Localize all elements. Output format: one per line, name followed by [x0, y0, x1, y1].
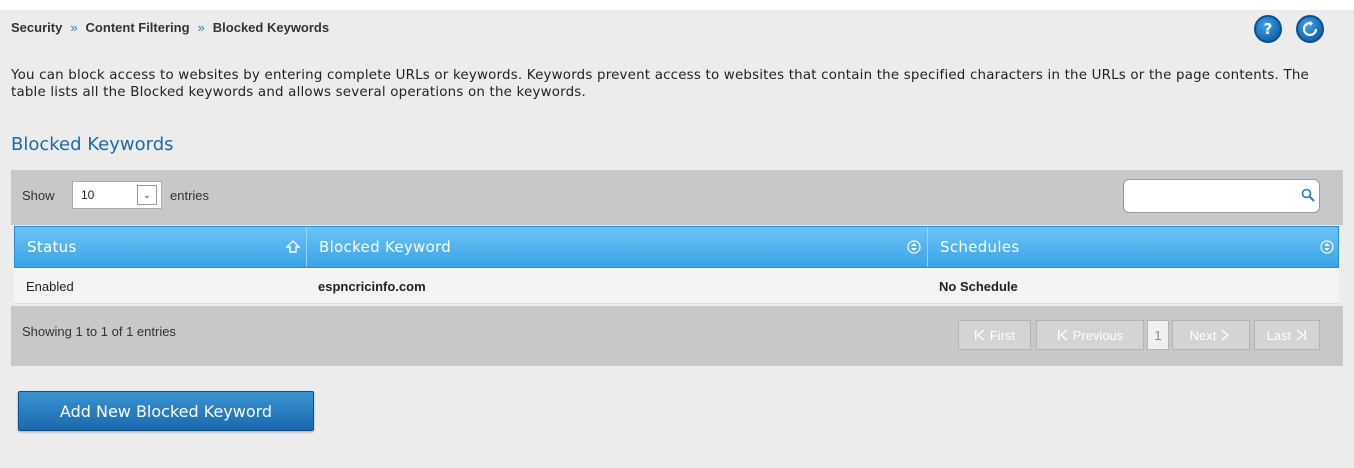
breadcrumb-separator: » — [70, 20, 78, 35]
pagination-first-label: First — [989, 327, 1016, 343]
breadcrumb: Security » Content Filtering » Blocked Keywo… — [11, 20, 329, 35]
pagination-previous-button[interactable]: Previous — [1036, 320, 1144, 350]
cell-schedule: No Schedule — [939, 279, 1018, 294]
breadcrumb-content-filtering[interactable]: Content Filtering — [86, 20, 190, 35]
section-title: Blocked Keywords — [11, 134, 174, 155]
refresh-icon — [1302, 21, 1318, 37]
entries-label: entries — [170, 188, 210, 203]
entries-info: Showing 1 to 1 of 1 entries — [22, 324, 176, 339]
column-header-schedules[interactable]: Schedules — [928, 227, 1340, 267]
pagination-last-button[interactable]: Last — [1254, 320, 1320, 350]
column-label: Blocked Keyword — [319, 238, 452, 256]
entries-per-page-select[interactable]: 10 ⌄ — [72, 181, 162, 209]
search-input[interactable] — [1132, 186, 1292, 206]
breadcrumb-blocked-keywords: Blocked Keywords — [212, 20, 330, 35]
help-icon: ? — [1263, 20, 1273, 38]
cell-status: Enabled — [26, 279, 74, 294]
table-header: Status Blocked Keyword Schedules — [14, 226, 1339, 268]
last-page-icon — [1296, 329, 1307, 341]
show-label: Show — [22, 188, 55, 203]
chevron-down-icon[interactable]: ⌄ — [137, 185, 157, 205]
entries-select-value: 10 — [81, 188, 95, 202]
search-icon[interactable] — [1301, 188, 1315, 202]
first-page-icon — [974, 329, 985, 341]
help-button[interactable]: ? — [1254, 15, 1282, 43]
sort-both-icon — [1320, 240, 1334, 254]
column-header-status[interactable]: Status — [15, 227, 307, 267]
next-page-icon — [1221, 329, 1230, 341]
refresh-button[interactable] — [1296, 15, 1324, 43]
column-label: Schedules — [940, 238, 1020, 256]
pagination-previous-label: Previous — [1072, 327, 1124, 343]
pagination-next-button[interactable]: Next — [1172, 320, 1250, 350]
pagination-last-label: Last — [1266, 327, 1292, 343]
column-header-blocked-keyword[interactable]: Blocked Keyword — [307, 227, 928, 267]
page-description: You can block access to websites by ente… — [11, 68, 1309, 100]
breadcrumb-security[interactable]: Security — [11, 20, 62, 35]
column-label: Status — [27, 238, 77, 256]
pagination-first-button[interactable]: First — [958, 320, 1031, 350]
add-new-blocked-keyword-button[interactable]: Add New Blocked Keyword — [18, 391, 314, 431]
table-row[interactable]: Enabled espncricinfo.com No Schedule — [14, 268, 1339, 304]
sort-asc-icon — [286, 240, 300, 253]
table-footer: Showing 1 to 1 of 1 entries First Previo… — [11, 306, 1343, 366]
search-box[interactable] — [1123, 179, 1320, 213]
page: Security » Content Filtering » Blocked Keywo… — [0, 0, 1354, 468]
sort-both-icon — [907, 240, 921, 254]
previous-page-icon — [1057, 329, 1068, 341]
breadcrumb-separator: » — [197, 20, 205, 35]
table-toolbar: Show 10 ⌄ entries — [11, 170, 1343, 225]
pagination-next-label: Next — [1189, 327, 1217, 343]
cell-keyword: espncricinfo.com — [318, 279, 426, 294]
pagination-page-1[interactable]: 1 — [1147, 320, 1169, 350]
